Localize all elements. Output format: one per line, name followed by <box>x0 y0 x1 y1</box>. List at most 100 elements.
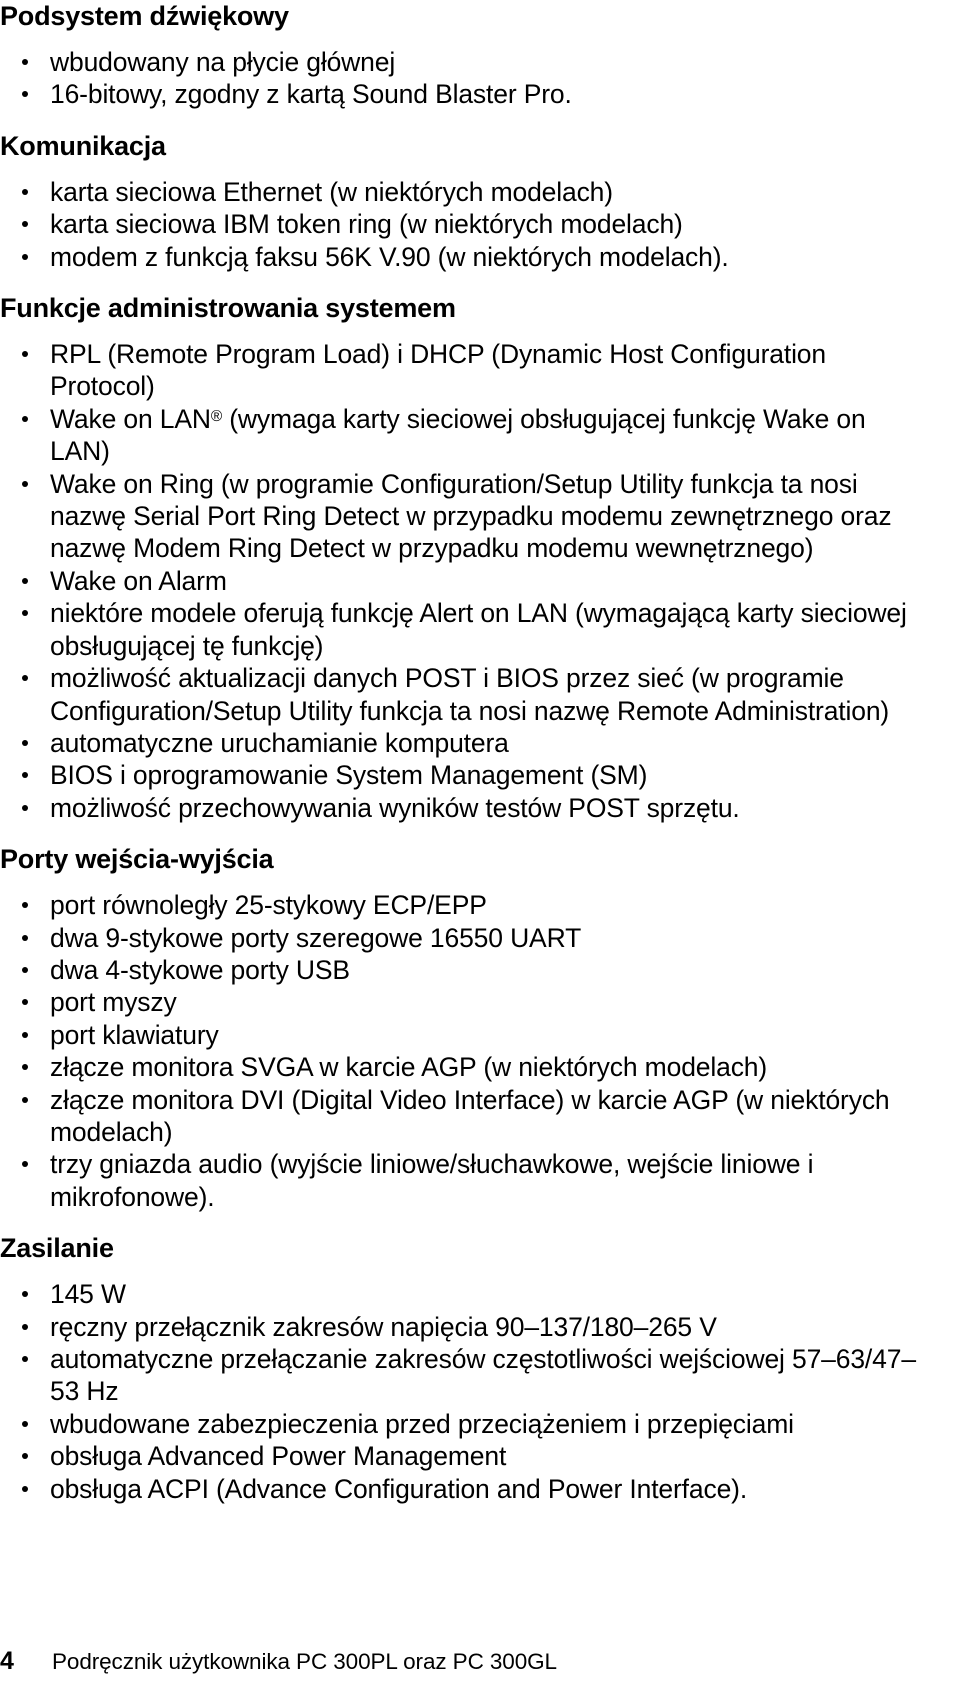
page-content: Podsystem dźwiękowy wbudowany na płycie … <box>0 0 960 1505</box>
document-page: Podsystem dźwiękowy wbudowany na płycie … <box>0 0 960 1690</box>
list-item-text: modem z funkcją faksu 56K V.90 (w niektó… <box>50 241 729 272</box>
list-item: złącze monitora SVGA w karcie AGP (w nie… <box>0 1051 960 1083</box>
page-number: 4 <box>0 1647 14 1675</box>
list-item-text: możliwość aktualizacji danych POST i BIO… <box>50 663 890 726</box>
list-item: wbudowany na płycie głównej <box>0 46 960 78</box>
bullet-icon <box>22 1356 28 1362</box>
section-heading-komunikacja: Komunikacja <box>0 130 166 161</box>
bullet-list-zasilanie: 145 W ręczny przełącznik zakresów napięc… <box>0 1278 960 1505</box>
bullet-icon <box>22 999 28 1006</box>
list-item-text: Wake on Ring (w programie Configuration/… <box>50 468 892 564</box>
list-item-text: niektóre modele oferują funkcję Alert on… <box>50 598 907 661</box>
list-item: port równoległy 25-stykowy ECP/EPP <box>0 889 960 921</box>
list-item-text: wbudowany na płycie głównej <box>50 47 396 77</box>
list-item: karta sieciowa Ethernet (w niektórych mo… <box>0 176 960 208</box>
bullet-icon <box>22 610 28 617</box>
list-item-text: 145 W <box>50 1279 126 1310</box>
list-item-text: port równoległy 25-stykowy ECP/EPP <box>50 890 487 921</box>
list-item-text: dwa 9-stykowe porty szeregowe 16550 UART <box>50 922 582 953</box>
list-item: modem z funkcją faksu 56K V.90 (w niektó… <box>0 241 960 273</box>
list-item-text: ręczny przełącznik zakresów napięcia 90–… <box>50 1311 717 1342</box>
list-item-text: trzy gniazda audio (wyjście liniowe/słuc… <box>50 1149 814 1212</box>
list-item-text: automatyczne uruchamianie komputera <box>50 727 509 758</box>
list-item: złącze monitora DVI (Digital Video Inter… <box>0 1084 960 1149</box>
list-item-text: RPL (Remote Program Load) i DHCP (Dynami… <box>50 339 826 402</box>
footer-title: Podręcznik użytkownika PC 300PL oraz PC … <box>52 1649 557 1674</box>
bullet-icon <box>22 902 28 909</box>
list-item: dwa 4-stykowe porty USB <box>0 954 960 986</box>
bullet-icon <box>22 772 28 779</box>
bullet-list-funkcje-administrowania: RPL (Remote Program Load) i DHCP (Dynami… <box>0 338 960 824</box>
bullet-icon <box>22 221 28 228</box>
list-item: automatyczne uruchamianie komputera <box>0 727 960 759</box>
bullet-icon <box>22 1453 28 1460</box>
bullet-icon <box>22 577 28 584</box>
list-item: możliwość przechowywania wyników testów … <box>0 792 960 824</box>
bullet-icon <box>22 59 28 65</box>
bullet-icon <box>22 675 28 682</box>
bullet-icon <box>22 188 28 195</box>
list-item: BIOS i oprogramowanie System Management … <box>0 759 960 791</box>
list-item-text: BIOS i oprogramowanie System Management … <box>50 760 648 791</box>
bullet-icon <box>22 739 28 746</box>
list-item-text: złącze monitora DVI (Digital Video Inter… <box>50 1084 890 1147</box>
bullet-icon <box>22 415 28 422</box>
list-item-text: obsługa Advanced Power Management <box>50 1441 507 1472</box>
list-item-text: port myszy <box>50 987 177 1018</box>
list-item: 145 W <box>0 1278 960 1310</box>
bullet-list-komunikacja: karta sieciowa Ethernet (w niektórych mo… <box>0 176 960 273</box>
bullet-icon <box>22 1420 28 1427</box>
list-item-text: 16-bitowy, zgodny z kartą Sound Blaster … <box>50 79 572 110</box>
registered-trademark-icon: ® <box>210 407 223 425</box>
bullet-list-podsystem-dzwiekowy: wbudowany na płycie głównej 16-bitowy, z… <box>0 46 960 111</box>
bullet-icon <box>22 480 28 487</box>
section-heading-funkcje-administrowania-systemem: Funkcje administrowania systemem <box>0 293 456 324</box>
bullet-icon <box>22 804 28 811</box>
list-item: RPL (Remote Program Load) i DHCP (Dynami… <box>0 338 960 403</box>
list-item: niektóre modele oferują funkcję Alert on… <box>0 597 960 662</box>
list-item: wbudowane zabezpieczenia przed przeciąże… <box>0 1408 960 1440</box>
list-item-text: możliwość przechowywania wyników testów … <box>50 792 740 823</box>
bullet-icon <box>22 253 28 260</box>
bullet-icon <box>22 1161 28 1168</box>
list-item-text: wbudowane zabezpieczenia przed przeciąże… <box>50 1408 794 1439</box>
list-item: obsługa ACPI (Advance Configuration and … <box>0 1473 960 1505</box>
list-item: port myszy <box>0 986 960 1018</box>
list-item: port klawiatury <box>0 1019 960 1051</box>
list-item-text: port klawiatury <box>50 1019 219 1050</box>
list-item: ręczny przełącznik zakresów napięcia 90–… <box>0 1311 960 1343</box>
bullet-icon <box>22 91 28 98</box>
bullet-icon <box>22 1064 28 1071</box>
list-item: możliwość aktualizacji danych POST i BIO… <box>0 662 960 727</box>
list-item-text: Wake on LAN® (wymaga karty sieciowej obs… <box>50 403 866 467</box>
list-item-text: dwa 4-stykowe porty USB <box>50 954 350 985</box>
page-footer: 4 Podręcznik użytkownika PC 300PL oraz P… <box>0 1647 960 1676</box>
section-heading-porty-wejscia-wyjscia: Porty wejścia-wyjścia <box>0 844 274 875</box>
bullet-list-porty: port równoległy 25-stykowy ECP/EPP dwa 9… <box>0 889 960 1213</box>
bullet-icon <box>22 966 28 973</box>
list-item-text: karta sieciowa Ethernet (w niektórych mo… <box>50 176 613 207</box>
bullet-icon <box>22 1485 28 1492</box>
list-item: Wake on LAN® (wymaga karty sieciowej obs… <box>0 403 960 468</box>
list-item: dwa 9-stykowe porty szeregowe 16550 UART <box>0 922 960 954</box>
list-item: Wake on Ring (w programie Configuration/… <box>0 468 960 565</box>
list-item: trzy gniazda audio (wyjście liniowe/słuc… <box>0 1148 960 1213</box>
bullet-icon <box>22 1323 28 1330</box>
list-item-text: Wake on Alarm <box>50 565 227 596</box>
list-item-text: obsługa ACPI (Advance Configuration and … <box>50 1473 748 1504</box>
list-item: automatyczne przełączanie zakresów częst… <box>0 1343 960 1408</box>
list-item: obsługa Advanced Power Management <box>0 1440 960 1472</box>
bullet-icon <box>22 934 28 941</box>
list-item: 16-bitowy, zgodny z kartą Sound Blaster … <box>0 78 960 110</box>
bullet-icon <box>22 1096 28 1103</box>
bullet-icon <box>22 1291 28 1298</box>
